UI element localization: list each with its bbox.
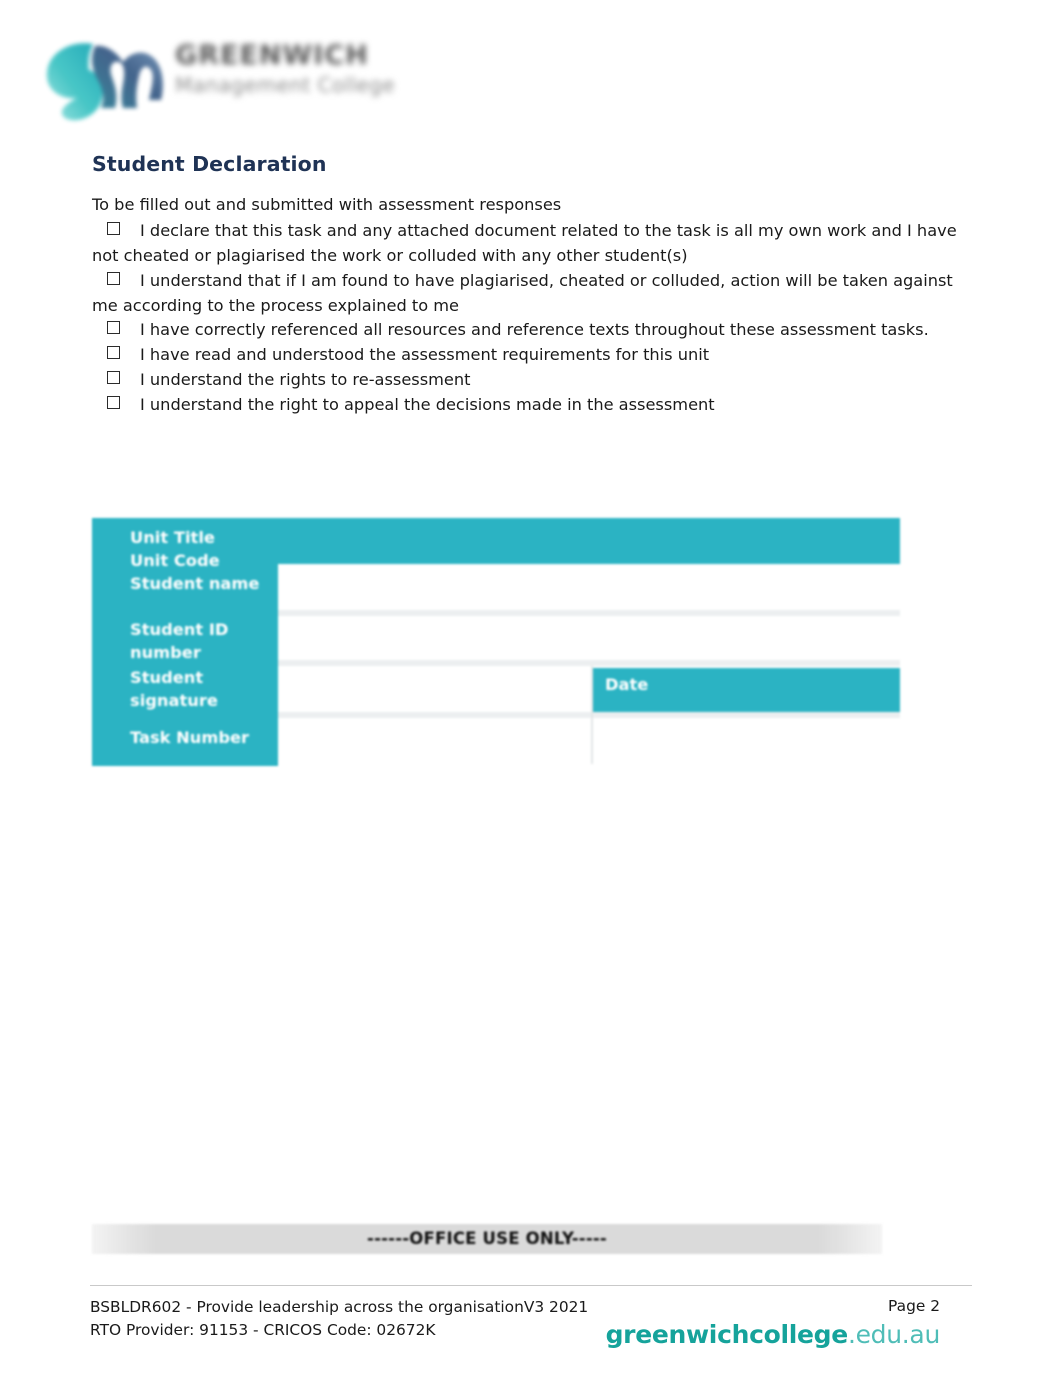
date-label-cell: Date [593,668,900,712]
page-number: Page 2 [888,1297,940,1315]
declaration-item: I have read and understood the assessmen… [92,343,972,368]
declaration-text: I have read and understood the assessmen… [140,345,710,365]
footer-unit-line: BSBLDR602 - Provide leadership across th… [90,1298,589,1316]
declaration-item: I have correctly referenced all resource… [92,318,972,343]
declaration-text: I declare that this task and any attache… [92,221,957,266]
document-page: GREENWICH Management College Student Dec… [0,0,1062,1376]
checkbox-declaration-4[interactable] [107,346,120,360]
checkbox-declaration-5[interactable] [107,371,120,385]
url-tld: .edu.au [847,1320,940,1349]
declaration-text: I understand that if I am found to have … [92,270,953,315]
logo-wordmark: GREENWICH Management College [175,40,445,114]
checkbox-declaration-3[interactable] [107,321,120,335]
checkbox-declaration-1[interactable] [107,222,120,236]
footer-left-block: BSBLDR602 - Provide leadership across th… [90,1296,588,1342]
student-details-form-table: Date Unit Title Unit Code Student name S… [92,516,907,768]
declaration-item: I understand that if I am found to have … [92,269,972,319]
checkbox-declaration-2[interactable] [107,271,120,285]
field-label-date: Date [605,675,649,694]
wordmark-management-college: Management College [175,73,395,98]
field-label-unit-code: Unit Code [130,551,220,570]
field-label-student-signature: Student signature [130,668,218,711]
field-label-unit-title: Unit Title [130,528,215,547]
intro-text: To be filled out and submitted with asse… [92,194,562,214]
field-task-number-value[interactable] [278,718,900,764]
office-use-text: ------OFFICE USE ONLY----- [367,1229,607,1248]
declaration-item: I declare that this task and any attache… [92,219,972,269]
masthead: GREENWICH Management College [30,18,450,130]
field-label-task-number: Task Number [130,728,250,747]
greenwich-gm-logo-icon [35,26,165,126]
office-use-banner: ------OFFICE USE ONLY----- [92,1224,882,1254]
declaration-text: I have correctly referenced all resource… [140,320,929,340]
main-content: Student Declaration To be filled out and… [92,152,972,418]
declaration-text: I understand the rights to re-assessment [140,370,471,390]
checkbox-declaration-6[interactable] [107,395,120,409]
declaration-list: I declare that this task and any attache… [92,219,972,417]
page-title: Student Declaration [92,152,327,176]
footer-rto-line: RTO Provider: 91153 - CRICOS Code: 02672… [90,1320,436,1339]
declaration-item: I understand the right to appeal the dec… [92,393,972,418]
footer-divider [90,1285,972,1286]
footer-website-url[interactable]: greenwichcollege.edu.au [605,1320,941,1349]
wordmark-greenwich: GREENWICH [175,40,369,71]
field-label-student-name: Student name [130,574,260,593]
field-student-id-value[interactable] [278,616,900,660]
field-label-student-id: Student ID number [130,620,229,663]
declaration-text: I understand the right to appeal the dec… [140,394,715,414]
field-student-name-value[interactable] [278,566,900,610]
declaration-item: I understand the rights to re-assessment [92,368,972,393]
url-domain: greenwichcollege [605,1320,849,1349]
